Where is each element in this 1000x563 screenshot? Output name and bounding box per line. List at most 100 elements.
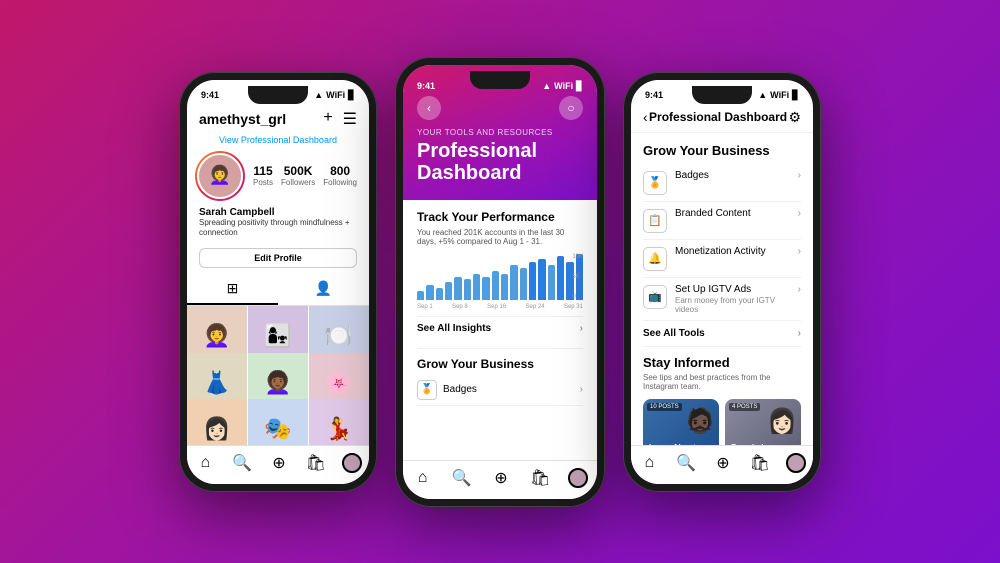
chart-bar xyxy=(482,277,489,300)
pro-badges-item[interactable]: 🏅 Badges › xyxy=(643,164,801,202)
pro-badges-icon: 🏅 xyxy=(643,171,667,195)
nav-add[interactable]: ⊕ xyxy=(268,452,290,474)
photo-cell-9[interactable]: 💃 xyxy=(309,399,369,444)
wifi-icon-3: WiFi xyxy=(770,90,789,100)
badges-icon: 🏅 xyxy=(417,380,437,400)
nav-add-3[interactable]: ⊕ xyxy=(712,452,734,474)
dash-top-bar: ‹ ○ xyxy=(417,96,583,120)
profile-avatar: 👩‍🦱 xyxy=(195,151,245,201)
card-2-badge: 4 POSTS xyxy=(729,403,760,411)
dashboard-back-button[interactable]: ‹ xyxy=(417,96,441,120)
nav-home-3[interactable]: ⌂ xyxy=(638,452,660,474)
see-all-tools[interactable]: See All Tools › xyxy=(643,321,801,347)
avatar-inner: 👩‍🦱 xyxy=(197,153,243,199)
pro-monetization-item[interactable]: 🔔 Monetization Activity › xyxy=(643,240,801,278)
edit-profile-button[interactable]: Edit Profile xyxy=(199,248,357,268)
username: amethyst_grl xyxy=(199,111,286,127)
header-icons: + ☰ xyxy=(323,109,357,129)
phone-3-notch xyxy=(692,86,752,104)
phone-1-screen: 9:41 ▲ WiFi ▊ amethyst_grl + ☰ View Prof… xyxy=(187,80,369,484)
stay-informed-title: Stay Informed xyxy=(643,355,801,370)
chart-bar xyxy=(538,259,545,299)
stat-posts: 115 Posts xyxy=(253,164,273,187)
wifi-icon: WiFi xyxy=(326,90,345,100)
card-1-person: 🧔🏿 xyxy=(685,407,715,436)
chart-bar xyxy=(501,274,508,300)
chart-bar xyxy=(445,282,452,299)
pro-branded-content-item[interactable]: 📋 Branded Content › xyxy=(643,202,801,240)
chevron-branded: › xyxy=(798,208,801,219)
nav-shop-2[interactable]: 🛍 xyxy=(529,467,551,489)
bar-chart: 10K5K0 xyxy=(417,254,583,314)
nav-search-3[interactable]: 🔍 xyxy=(675,452,697,474)
battery-icon-3: ▊ xyxy=(792,90,799,101)
track-perf-text: You reached 201K accounts in the last 30… xyxy=(417,228,583,246)
card-2-person: 👩🏻 xyxy=(767,407,797,436)
nav-profile-2[interactable] xyxy=(568,468,588,488)
nav-shop-3[interactable]: 🛍 xyxy=(749,452,771,474)
badges-item[interactable]: 🏅 Badges › xyxy=(417,375,583,406)
grow-biz-title: Grow Your Business xyxy=(417,357,583,371)
chart-bar xyxy=(436,288,443,300)
status-icons: ▲ WiFi ▊ xyxy=(314,90,355,101)
profile-bio: Spreading positivity through mindfulness… xyxy=(199,218,357,239)
photo-cell-7[interactable]: 👩🏻 xyxy=(187,399,247,444)
see-all-insights[interactable]: See All Insights › xyxy=(417,316,583,340)
card-1-label: Learn AboutInsights xyxy=(649,443,696,444)
pro-dashboard-link[interactable]: View Professional Dashboard xyxy=(187,135,369,151)
stat-followers: 500K Followers xyxy=(281,164,315,187)
chart-bar xyxy=(548,265,555,300)
chart-bar xyxy=(454,277,461,300)
status-icons-2: ▲ WiFi ▊ xyxy=(542,81,583,92)
dashboard-subtitle: YOUR TOOLS AND RESOURCES xyxy=(417,128,583,137)
tab-grid[interactable]: ⊞ xyxy=(187,274,278,305)
nav-profile[interactable] xyxy=(342,453,362,473)
nav-shop[interactable]: 🛍 xyxy=(305,452,327,474)
pro-igtv-item[interactable]: 📺 Set Up IGTV Ads Earn money from your I… xyxy=(643,278,801,321)
pro-settings-button[interactable]: ⚙ xyxy=(788,109,801,126)
nav-search[interactable]: 🔍 xyxy=(231,452,253,474)
battery-icon: ▊ xyxy=(348,90,355,101)
nav-add-2[interactable]: ⊕ xyxy=(490,467,512,489)
nav-search-2[interactable]: 🔍 xyxy=(451,467,473,489)
phone-1-notch xyxy=(248,86,308,104)
dashboard-settings-button[interactable]: ○ xyxy=(559,96,583,120)
pro-back-button[interactable]: ‹ xyxy=(643,109,648,125)
phones-container: 9:41 ▲ WiFi ▊ amethyst_grl + ☰ View Prof… xyxy=(179,57,821,507)
profile-bio-section: Sarah Campbell Spreading positivity thro… xyxy=(187,207,369,243)
menu-icon[interactable]: ☰ xyxy=(343,109,357,129)
signal-icon: ▲ xyxy=(314,90,323,100)
chart-y-axis: 10K5K0 xyxy=(572,254,583,300)
card-2-label: BrandedContent xyxy=(731,443,763,444)
photo-cell-8[interactable]: 🎭 xyxy=(248,399,308,444)
bottom-nav-3: ⌂ 🔍 ⊕ 🛍 xyxy=(631,445,813,484)
chart-bar xyxy=(426,285,433,299)
chevron-badges: › xyxy=(798,170,801,181)
bottom-nav-1: ⌂ 🔍 ⊕ 🛍 xyxy=(187,445,369,484)
track-perf-title: Track Your Performance xyxy=(417,210,583,224)
nav-profile-3[interactable] xyxy=(786,453,806,473)
card-branded-content[interactable]: 4 POSTS 👩🏻 BrandedContent xyxy=(725,399,801,445)
plus-icon[interactable]: + xyxy=(323,109,332,129)
dashboard-title: ProfessionalDashboard xyxy=(417,140,583,184)
dashboard-content: Track Your Performance You reached 201K … xyxy=(403,200,597,460)
chart-bar xyxy=(520,268,527,300)
phone-2-dashboard: 9:41 ▲ WiFi ▊ ‹ ○ YOUR TOOLS AND RESOURC… xyxy=(395,57,605,507)
status-time-2: 9:41 xyxy=(417,81,435,91)
chevron-icon: › xyxy=(580,323,583,334)
photo-grid: 👩‍🦱 👩‍👧 🍽️ 👗 👩🏾‍🦱 🌸 👩🏻 🎭 💃 xyxy=(187,306,369,444)
tab-tagged[interactable]: 👤 xyxy=(278,274,369,305)
card-learn-insights[interactable]: 10 POSTS 🧔🏿 Learn AboutInsights xyxy=(643,399,719,445)
wifi-icon-2: WiFi xyxy=(554,81,573,91)
profile-name: Sarah Campbell xyxy=(199,207,357,218)
signal-icon-2: ▲ xyxy=(542,81,551,91)
pro-dashboard-header: ‹ Professional Dashboard ⚙ xyxy=(631,105,813,133)
pro-dashboard-title: Professional Dashboard xyxy=(649,110,787,124)
chart-bar xyxy=(557,256,564,299)
nav-home[interactable]: ⌂ xyxy=(194,452,216,474)
profile-stats: 115 Posts 500K Followers 800 Following xyxy=(249,164,361,187)
nav-home-2[interactable]: ⌂ xyxy=(412,467,434,489)
profile-tabs: ⊞ 👤 xyxy=(187,274,369,306)
chevron-igtv: › xyxy=(798,284,801,295)
card-1-badge: 10 POSTS xyxy=(647,403,682,411)
